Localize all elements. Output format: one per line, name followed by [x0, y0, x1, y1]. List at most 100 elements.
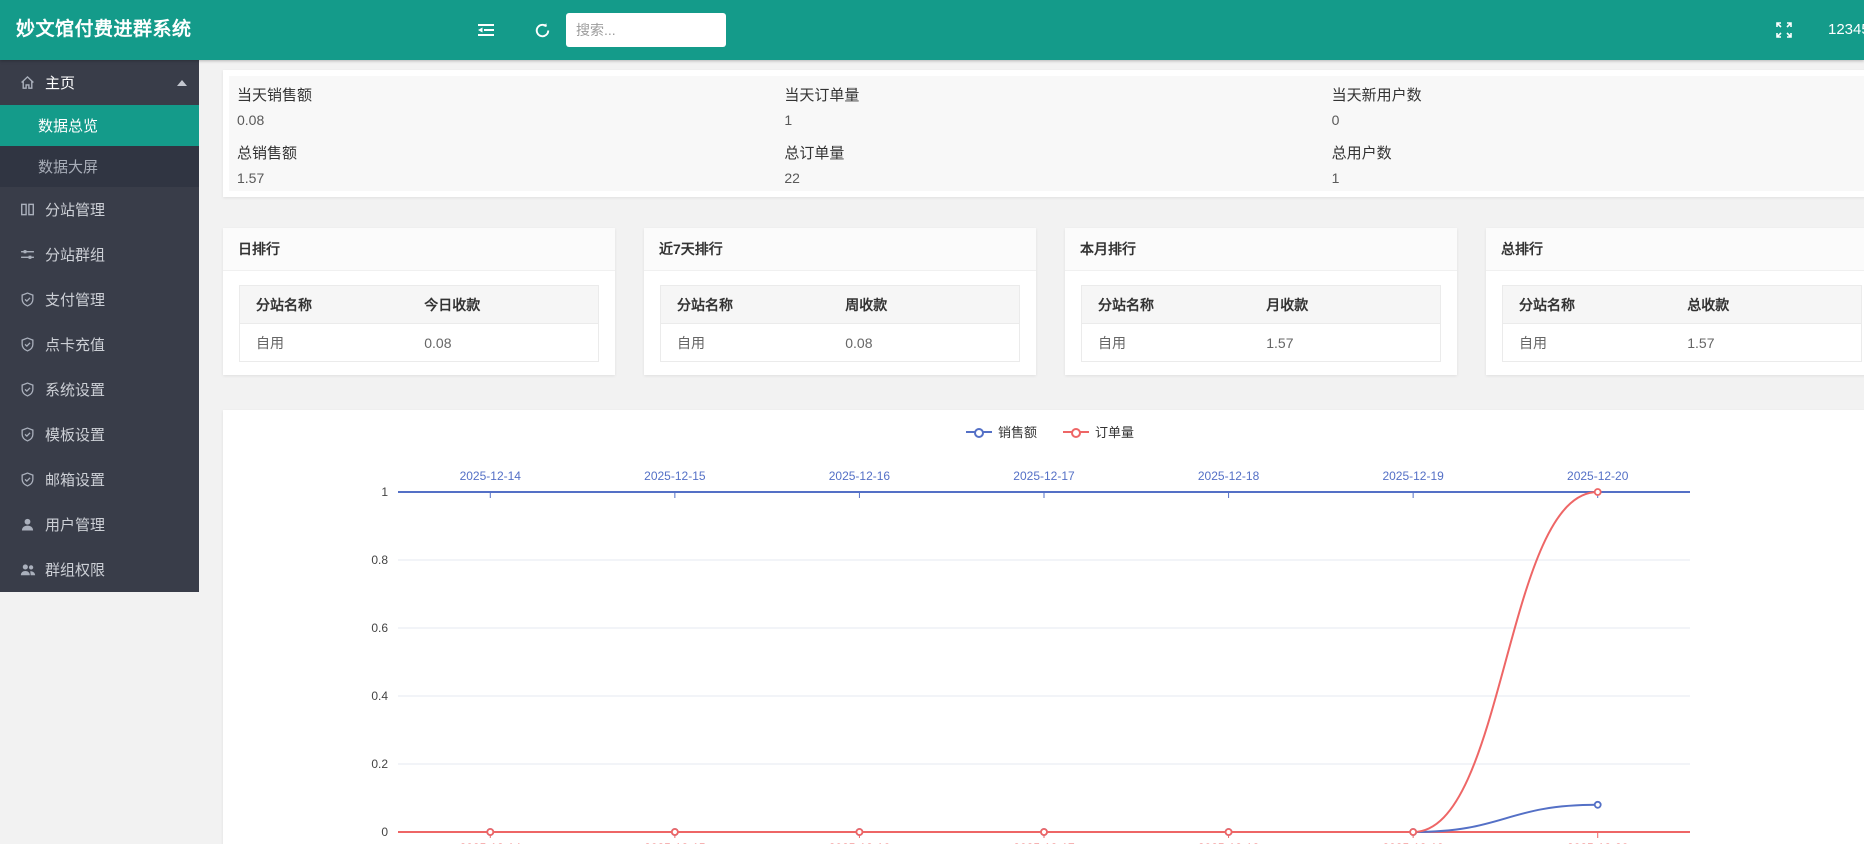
- svg-text:2025-12-16: 2025-12-16: [829, 469, 891, 483]
- sidebar: 主页数据总览数据大屏分站管理分站群组支付管理点卡充值系统设置模板设置邮箱设置用户…: [0, 60, 199, 592]
- chart-legend: 销售额 订单量: [223, 422, 1864, 441]
- sidebar-item-label: 邮箱设置: [45, 469, 105, 490]
- svg-text:2025-12-15: 2025-12-15: [644, 469, 706, 483]
- shield-check-icon: [20, 337, 35, 352]
- shield-check-icon: [20, 472, 35, 487]
- columns-icon: [20, 202, 35, 217]
- amount-cell: 0.08: [408, 335, 598, 351]
- amount-cell: 1.57: [1671, 335, 1861, 351]
- ranking-card-body: 分站名称总收款自用1.57: [1486, 271, 1864, 362]
- legend-line-circle-icon: [966, 431, 992, 433]
- svg-text:1: 1: [381, 485, 388, 499]
- table-header-cell: 月收款: [1250, 295, 1440, 315]
- menu-collapse-icon[interactable]: [470, 14, 502, 46]
- home-icon: [20, 75, 35, 90]
- username[interactable]: 12345: [1828, 0, 1864, 60]
- svg-text:2025-12-20: 2025-12-20: [1567, 469, 1629, 483]
- sidebar-item-3[interactable]: 支付管理: [0, 277, 199, 322]
- site-name-cell: 自用: [240, 333, 408, 353]
- ranking-card-body: 分站名称月收款自用1.57: [1065, 271, 1457, 362]
- ranking-card-title: 近7天排行: [644, 228, 1036, 271]
- app-header: 妙文馆付费进群系统 12345: [0, 0, 1864, 60]
- ranking-card-0: 日排行分站名称今日收款自用0.08: [223, 228, 615, 375]
- legend-label: 订单量: [1095, 422, 1134, 441]
- stat-label: 当天新用户数: [1332, 84, 1864, 105]
- svg-text:0.4: 0.4: [371, 689, 388, 703]
- svg-text:0.8: 0.8: [371, 553, 388, 567]
- stat-cell: 当天销售额0.08: [229, 76, 776, 134]
- sidebar-item-label: 系统设置: [45, 379, 105, 400]
- table-header-cell: 今日收款: [408, 295, 598, 315]
- svg-text:0: 0: [381, 825, 388, 839]
- stat-cell: 当天新用户数 0: [1324, 76, 1864, 134]
- ranking-card-title: 本月排行: [1065, 228, 1457, 271]
- amount-cell: 0.08: [829, 335, 1019, 351]
- sidebar-item-1[interactable]: 分站管理: [0, 187, 199, 232]
- search-input[interactable]: [566, 13, 726, 47]
- sidebar-item-label: 群组权限: [45, 559, 105, 580]
- user-icon: [20, 517, 35, 532]
- table-header-row: 分站名称今日收款: [240, 286, 598, 323]
- ranking-table: 分站名称周收款自用0.08: [660, 285, 1020, 362]
- legend-item-0[interactable]: 销售额: [966, 422, 1037, 441]
- stat-cell: 总用户数 1: [1324, 134, 1864, 192]
- app-title: 妙文馆付费进群系统: [16, 0, 192, 60]
- table-header-row: 分站名称月收款: [1082, 286, 1440, 323]
- ranking-card-1: 近7天排行分站名称周收款自用0.08: [644, 228, 1036, 375]
- table-header-cell: 分站名称: [1082, 295, 1250, 315]
- svg-text:2025-12-17: 2025-12-17: [1013, 469, 1075, 483]
- sidebar-item-7[interactable]: 邮箱设置: [0, 457, 199, 502]
- site-name-cell: 自用: [1503, 333, 1671, 353]
- sidebar-item-4[interactable]: 点卡充值: [0, 322, 199, 367]
- site-name-cell: 自用: [661, 333, 829, 353]
- stat-label: 总销售额: [237, 142, 776, 163]
- stat-value: 1: [1332, 170, 1864, 186]
- table-header-cell: 总收款: [1671, 295, 1861, 315]
- app-window: 妙文馆付费进群系统 12345 主页: [0, 0, 1864, 844]
- stat-value: 1.57: [237, 170, 776, 186]
- shield-check-icon: [20, 382, 35, 397]
- ranking-card-body: 分站名称周收款自用0.08: [644, 271, 1036, 362]
- stat-cell: 当天订单量1: [776, 76, 1323, 134]
- table-row: 自用1.57: [1503, 323, 1861, 361]
- fullscreen-icon[interactable]: [1768, 14, 1800, 46]
- svg-text:0.2: 0.2: [371, 757, 388, 771]
- stat-value: 0.08: [237, 112, 776, 128]
- ranking-table: 分站名称总收款自用1.57: [1502, 285, 1862, 362]
- ranking-card-3: 总排行分站名称总收款自用1.57: [1486, 228, 1864, 375]
- sidebar-item-6[interactable]: 模板设置: [0, 412, 199, 457]
- sidebar-item-5[interactable]: 系统设置: [0, 367, 199, 412]
- sidebar-subitem-label: 数据总览: [38, 115, 98, 136]
- stat-label: 总订单量: [784, 142, 1323, 163]
- sidebar-item-2[interactable]: 分站群组: [0, 232, 199, 277]
- sliders-icon: [20, 247, 35, 262]
- table-header-row: 分站名称周收款: [661, 286, 1019, 323]
- sidebar-item-9[interactable]: 群组权限: [0, 547, 199, 592]
- sidebar-subitem-label: 数据大屏: [38, 156, 98, 177]
- ranking-card-body: 分站名称今日收款自用0.08: [223, 271, 615, 362]
- table-header-cell: 分站名称: [661, 295, 829, 315]
- sidebar-subitem-0-0[interactable]: 数据总览: [0, 105, 199, 146]
- table-row: 自用1.57: [1082, 323, 1440, 361]
- table-header-cell: 分站名称: [1503, 295, 1671, 315]
- shield-check-icon: [20, 292, 35, 307]
- stat-label: 总用户数: [1332, 142, 1864, 163]
- amount-cell: 1.57: [1250, 335, 1440, 351]
- ranking-card-title: 日排行: [223, 228, 615, 271]
- stat-value: 0: [1332, 112, 1864, 128]
- stat-label: 当天订单量: [784, 84, 1323, 105]
- table-row: 自用0.08: [240, 323, 598, 361]
- sidebar-subitem-0-1[interactable]: 数据大屏: [0, 146, 199, 187]
- ranking-card-2: 本月排行分站名称月收款自用1.57: [1065, 228, 1457, 375]
- site-name-cell: 自用: [1082, 333, 1250, 353]
- refresh-icon[interactable]: [526, 14, 558, 46]
- sidebar-item-0[interactable]: 主页: [0, 60, 199, 105]
- sidebar-item-8[interactable]: 用户管理: [0, 502, 199, 547]
- ranking-table: 分站名称今日收款自用0.08: [239, 285, 599, 362]
- shield-check-icon: [20, 427, 35, 442]
- legend-item-1[interactable]: 订单量: [1063, 422, 1134, 441]
- ranking-table: 分站名称月收款自用1.57: [1081, 285, 1441, 362]
- sales-orders-chart: 2025-12-142025-12-142025-12-152025-12-15…: [223, 410, 1864, 844]
- legend-line-circle-icon: [1063, 431, 1089, 433]
- table-row: 自用0.08: [661, 323, 1019, 361]
